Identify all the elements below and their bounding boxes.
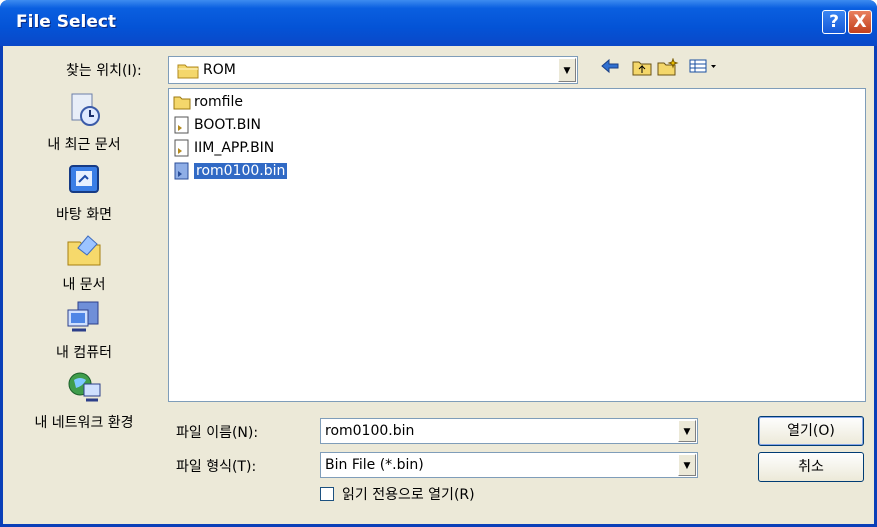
file-name: rom0100.bin [194, 163, 288, 179]
file-name: romfile [194, 94, 243, 110]
file-name-dropdown-button[interactable]: ▼ [678, 420, 696, 442]
file-list[interactable]: romfile BOOT.BIN IIM_APP.BIN rom0100.bin [168, 88, 866, 402]
place-recent-documents[interactable]: 내 최근 문서 [10, 92, 158, 154]
new-folder-icon[interactable] [656, 57, 680, 80]
help-button[interactable]: ? [822, 10, 846, 34]
place-label: 내 네트워크 환경 [34, 415, 134, 431]
file-type-value: Bin File (*.bin) [325, 457, 424, 473]
file-type-combo[interactable]: Bin File (*.bin) ▼ [320, 452, 698, 478]
place-desktop[interactable]: 바탕 화면 [10, 162, 158, 224]
place-my-computer[interactable]: 내 컴퓨터 [10, 300, 158, 362]
list-item-selected[interactable]: rom0100.bin [173, 160, 288, 182]
desktop-icon [69, 165, 99, 193]
read-only-option[interactable]: 읽기 전용으로 열기(R) [320, 484, 475, 504]
folder-icon [173, 96, 191, 110]
list-item[interactable]: BOOT.BIN [173, 114, 261, 136]
my-documents-icon [67, 235, 101, 266]
file-name-combo[interactable]: rom0100.bin ▼ [320, 418, 698, 444]
look-in-value: ROM [203, 62, 236, 78]
title-bar[interactable]: File Select ? X [0, 0, 877, 46]
bin-file-icon [174, 162, 189, 180]
cancel-button[interactable]: 취소 [758, 452, 864, 482]
back-arrow-icon[interactable] [598, 58, 622, 80]
folder-icon [177, 64, 199, 79]
places-bar: 내 최근 문서 바탕 화면 내 문서 내 컴퓨터 내 네트워크 환경 [10, 92, 158, 432]
read-only-checkbox[interactable] [320, 487, 334, 501]
up-folder-icon[interactable] [630, 58, 654, 80]
file-name: BOOT.BIN [194, 117, 261, 133]
view-menu-icon[interactable] [688, 58, 722, 80]
look-in-dropdown-button[interactable]: ▼ [558, 58, 576, 82]
open-button[interactable]: 열기(O) [758, 416, 864, 446]
bin-file-icon [174, 116, 189, 134]
read-only-label: 읽기 전용으로 열기(R) [342, 487, 475, 503]
close-button[interactable]: X [848, 10, 872, 34]
place-my-documents[interactable]: 내 문서 [10, 232, 158, 294]
file-type-label: 파일 형식(T): [176, 459, 257, 475]
recent-documents-icon [71, 93, 100, 126]
look-in-label: 찾는 위치(I): [66, 63, 142, 79]
file-name-label: 파일 이름(N): [176, 425, 259, 441]
file-name-value: rom0100.bin [325, 423, 415, 439]
place-label: 내 문서 [62, 277, 106, 293]
network-icon [68, 372, 101, 402]
file-name: IIM_APP.BIN [194, 140, 275, 156]
my-computer-icon [67, 301, 99, 332]
list-item[interactable]: romfile [173, 91, 243, 113]
list-item[interactable]: IIM_APP.BIN [173, 137, 274, 159]
look-in-combo[interactable]: ROM ▼ [168, 56, 578, 84]
file-type-dropdown-button[interactable]: ▼ [678, 454, 696, 476]
place-label: 내 최근 문서 [47, 137, 121, 153]
window-title: File Select [16, 12, 117, 32]
place-network[interactable]: 내 네트워크 환경 [10, 370, 158, 432]
place-label: 내 컴퓨터 [56, 345, 112, 361]
place-label: 바탕 화면 [56, 207, 112, 223]
bin-file-icon [174, 139, 189, 157]
